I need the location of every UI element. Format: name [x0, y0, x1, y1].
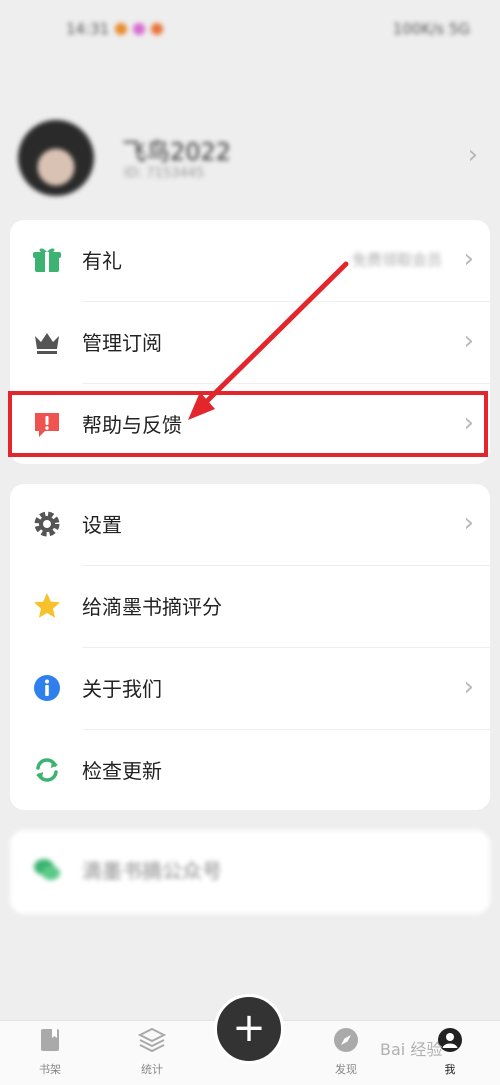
highlight-box	[8, 391, 488, 457]
watermark: Bai 经验	[380, 1040, 443, 1059]
row-rate[interactable]: 给滴墨书摘评分	[10, 566, 490, 648]
row-rate-label: 给滴墨书摘评分	[82, 595, 222, 619]
compass-icon	[334, 1028, 358, 1052]
row-wechat-label: 滴墨书摘公众号	[82, 859, 222, 883]
row-subscription-label: 管理订阅	[82, 331, 162, 355]
star-icon	[34, 593, 60, 618]
tab-me-label: 我	[444, 1063, 456, 1076]
row-gift[interactable]: 有礼 免费领取会员 ›	[10, 220, 490, 302]
status-right: 100K/s 5G	[392, 20, 470, 38]
chevron-right-icon: ›	[463, 508, 474, 538]
add-button[interactable]: +	[214, 994, 284, 1064]
row-settings[interactable]: 设置 ›	[10, 484, 490, 566]
notification-icon	[151, 23, 164, 35]
card-settings: 设置 › 给滴墨书摘评分 关于我们 › 检查更新	[10, 484, 490, 810]
profile-header[interactable]: 飞鸟2022 ID: 7153445 ›	[0, 110, 500, 210]
chevron-right-icon: ›	[463, 672, 474, 702]
chevron-right-icon: ›	[467, 140, 478, 170]
user-id: ID: 7153445	[124, 166, 205, 181]
row-gift-label: 有礼	[82, 249, 122, 273]
card-wechat[interactable]: 滴墨书摘公众号	[10, 830, 490, 914]
row-about-label: 关于我们	[82, 677, 162, 701]
notification-icon	[115, 23, 128, 35]
row-wechat[interactable]: 滴墨书摘公众号	[10, 830, 490, 912]
row-subscription[interactable]: 管理订阅 ›	[10, 302, 490, 384]
info-icon	[34, 675, 60, 701]
layers-icon	[137, 1027, 167, 1053]
row-settings-label: 设置	[82, 513, 122, 537]
status-left: 14:31	[66, 20, 164, 38]
row-gift-value: 免费领取会员	[351, 251, 442, 269]
tab-discover[interactable]: 发现	[316, 1027, 376, 1077]
tab-statistics-label: 统计	[141, 1063, 163, 1076]
status-time: 14:31	[66, 20, 110, 38]
wechat-icon	[34, 859, 60, 880]
nickname: 飞鸟2022	[122, 138, 232, 166]
tab-statistics[interactable]: 统计	[122, 1027, 182, 1077]
row-check-update[interactable]: 检查更新	[10, 730, 490, 812]
tab-bookshelf-label: 书架	[39, 1063, 61, 1076]
status-bar: 14:31 100K/s 5G	[0, 0, 500, 60]
gear-icon	[34, 511, 60, 537]
tab-discover-label: 发现	[335, 1063, 357, 1076]
gift-icon	[33, 248, 61, 272]
crown-icon	[35, 333, 59, 354]
avatar[interactable]	[18, 120, 94, 196]
chevron-right-icon: ›	[463, 244, 474, 274]
chevron-right-icon: ›	[463, 326, 474, 356]
notification-icon	[133, 23, 146, 35]
tab-bookshelf[interactable]: 书架	[20, 1027, 80, 1077]
row-about[interactable]: 关于我们 ›	[10, 648, 490, 730]
refresh-icon	[36, 758, 58, 782]
row-check-update-label: 检查更新	[82, 759, 162, 783]
book-icon	[41, 1029, 59, 1051]
